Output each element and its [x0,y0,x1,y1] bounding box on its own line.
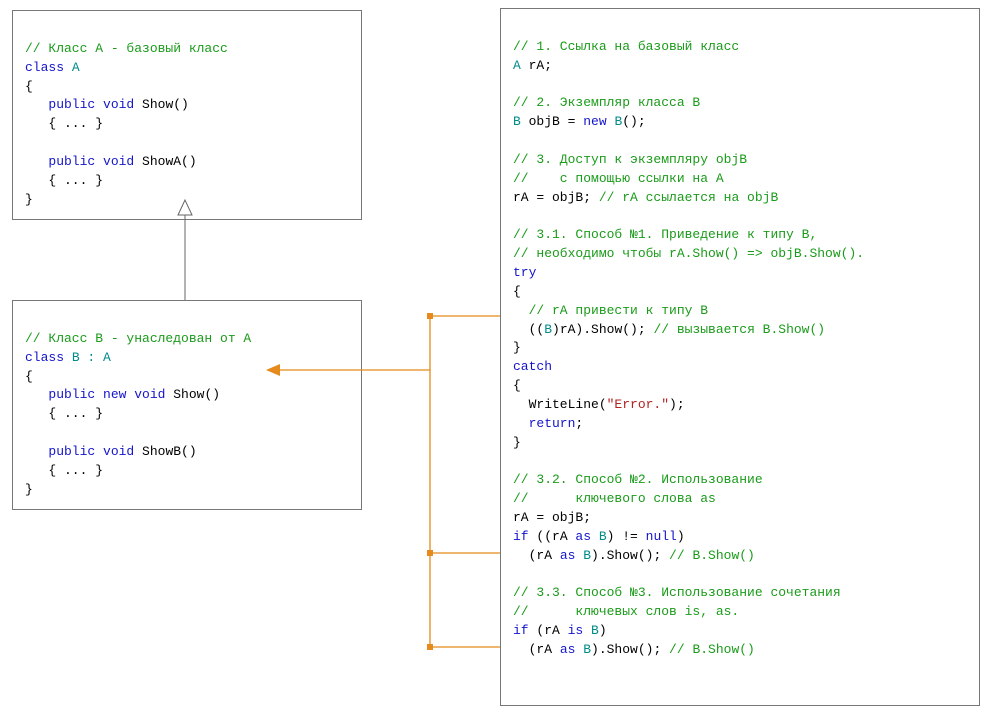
code-keyword: null [646,529,677,544]
code-keyword: as [560,548,576,563]
code-type: A [103,350,111,365]
code-comment: // 3.1. Способ №1. Приведение к типу B, [513,227,817,242]
code-text: ShowB() [134,444,196,459]
code-comment: // 3. Доступ к экземпляру objB [513,152,747,167]
class-b-box: // Класс B - унаследован от A class B : … [12,300,362,510]
code-text: Show() [165,387,220,402]
code-text: (rA [529,623,568,638]
code-keyword: as [560,642,576,657]
code-keyword: new [95,387,126,402]
code-comment: // с помощью ссылки на A [513,171,724,186]
code-text: )rA).Show(); [552,322,653,337]
code-type: A [64,60,80,75]
code-comment: // 1. Ссылка на базовый класс [513,39,739,54]
code-type: B [575,548,591,563]
code-text: objB = [521,114,583,129]
code-text: (rA [513,642,560,657]
code-text: ((rA [529,529,576,544]
code-text: { ... } [25,116,103,131]
code-type: B [607,114,623,129]
code-text: (); [622,114,645,129]
code-text: rA; [521,58,552,73]
code-keyword: void [95,154,134,169]
code-keyword: public [25,387,95,402]
code-text: ) != [607,529,646,544]
code-text: } [513,435,521,450]
code-comment: // Класс A - базовый класс [25,41,228,56]
code-text: { ... } [25,173,103,188]
code-text: { ... } [25,406,103,421]
code-keyword: public [25,97,95,112]
code-keyword: class [25,350,64,365]
code-comment: // 3.3. Способ №3. Использование сочетан… [513,585,841,600]
code-comment: // необходимо чтобы rA.Show() => objB.Sh… [513,246,864,261]
code-text: ) [599,623,607,638]
code-text: } [25,482,33,497]
code-usage-box: // 1. Ссылка на базовый класс A rA; // 2… [500,8,980,706]
code-type: B [575,642,591,657]
code-text: { ... } [25,463,103,478]
code-text: ).Show(); [591,642,669,657]
code-keyword: class [25,60,64,75]
code-keyword: is [568,623,584,638]
code-keyword: public [25,154,95,169]
code-keyword: public [25,444,95,459]
code-comment: // 3.2. Способ №2. Использование [513,472,763,487]
code-type: B [583,623,599,638]
code-text: ShowA() [134,154,196,169]
code-text: ; [575,416,583,431]
code-text: (rA [513,548,560,563]
code-comment: // rA привести к типу B [513,303,708,318]
code-keyword: if [513,529,529,544]
code-text: WriteLine( [513,397,607,412]
code-comment: // B.Show() [669,642,755,657]
code-keyword: void [95,444,134,459]
code-text: (( [513,322,544,337]
code-comment: // B.Show() [669,548,755,563]
code-type: B [544,322,552,337]
code-keyword: if [513,623,529,638]
code-text: { [513,284,521,299]
code-text: ) [677,529,685,544]
code-comment: // ключевого слова as [513,491,716,506]
code-keyword: new [583,114,606,129]
code-text: } [513,340,521,355]
code-text: rA = objB; [513,510,591,525]
code-text: { [513,378,521,393]
code-keyword: catch [513,359,552,374]
code-comment: // ключевых слов is, as. [513,604,739,619]
code-text: } [25,192,33,207]
code-text: { [25,79,33,94]
code-string: "Error." [607,397,669,412]
code-comment: // Класс B - унаследован от A [25,331,251,346]
code-type: B [591,529,607,544]
code-text: rA = objB; [513,190,599,205]
code-comment: // 2. Экземпляр класса B [513,95,700,110]
code-keyword: return [513,416,575,431]
code-keyword: as [575,529,591,544]
code-type: A [513,58,521,73]
code-text: ).Show(); [591,548,669,563]
code-keyword: void [126,387,165,402]
code-keyword: try [513,265,536,280]
code-text: Show() [134,97,189,112]
code-type: B : [64,350,103,365]
code-comment: // вызывается B.Show() [653,322,825,337]
code-keyword: void [95,97,134,112]
code-comment: // rA ссылается на objB [599,190,778,205]
code-type: B [513,114,521,129]
class-a-box: // Класс A - базовый класс class A { pub… [12,10,362,220]
code-text: ); [669,397,685,412]
code-text: { [25,369,33,384]
